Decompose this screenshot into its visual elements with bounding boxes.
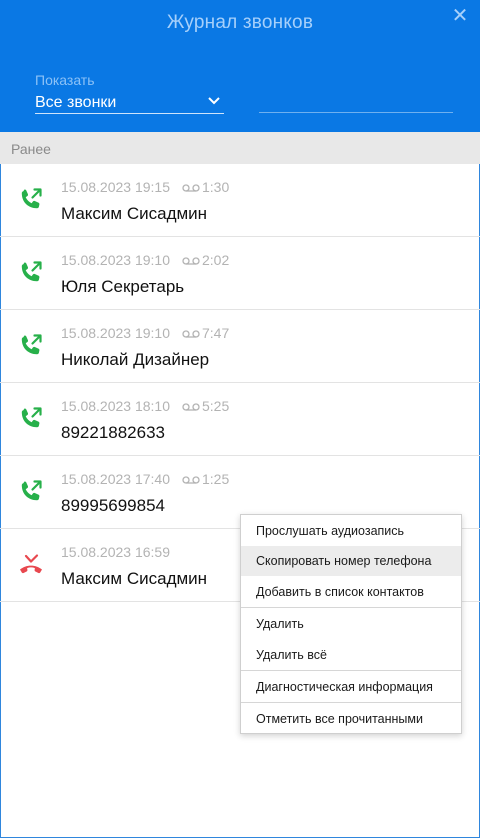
contact-name: Максим Сисадмин <box>61 569 208 588</box>
missed-call-icon <box>18 551 44 577</box>
duration: 5:25 <box>182 398 229 414</box>
voicemail-icon <box>182 184 200 192</box>
call-log-row[interactable]: 15.08.2023 19:15 1:30 Максим Сисадмин <box>0 164 480 237</box>
filter-value: Все звонки <box>35 94 117 111</box>
section-label: Ранее <box>11 141 51 157</box>
search-input[interactable] <box>259 112 453 113</box>
context-menu: Прослушать аудиозапись Скопировать номер… <box>240 514 462 734</box>
call-datetime: 15.08.2023 17:40 <box>61 471 170 487</box>
call-datetime: 15.08.2023 16:59 <box>61 544 170 560</box>
call-meta: 15.08.2023 19:10 2:02 <box>61 252 229 268</box>
contact-name: 89995699854 <box>61 496 166 515</box>
call-datetime: 15.08.2023 19:10 <box>61 252 170 268</box>
menu-item-play-recording[interactable]: Прослушать аудиозапись <box>241 516 461 546</box>
menu-separator <box>241 670 461 671</box>
menu-item-delete-all[interactable]: Удалить всё <box>241 640 461 670</box>
outgoing-call-icon <box>18 405 44 431</box>
duration: 1:30 <box>182 179 229 195</box>
outgoing-call-icon <box>18 332 44 358</box>
call-meta: 15.08.2023 17:40 1:25 <box>61 471 229 487</box>
menu-item-add-contact[interactable]: Добавить в список контактов <box>241 577 461 607</box>
filter-label: Показать <box>35 72 95 88</box>
chevron-down-icon <box>208 97 220 105</box>
voicemail-icon <box>182 330 200 338</box>
duration: 7:47 <box>182 325 229 341</box>
voicemail-icon <box>182 403 200 411</box>
call-datetime: 15.08.2023 19:15 <box>61 179 170 195</box>
call-datetime: 15.08.2023 18:10 <box>61 398 170 414</box>
outgoing-call-icon <box>18 478 44 504</box>
call-log-row[interactable]: 15.08.2023 19:10 7:47 Николай Дизайнер <box>0 310 480 383</box>
call-meta: 15.08.2023 18:10 5:25 <box>61 398 229 414</box>
contact-name: Юля Секретарь <box>61 277 185 296</box>
menu-item-diagnostics[interactable]: Диагностическая информация <box>241 672 461 702</box>
outgoing-call-icon <box>18 259 44 285</box>
voicemail-icon <box>182 476 200 484</box>
menu-item-mark-all-read[interactable]: Отметить все прочитанными <box>241 704 461 734</box>
call-meta: 15.08.2023 19:15 1:30 <box>61 179 229 195</box>
call-log-row[interactable]: 15.08.2023 18:10 5:25 89221882633 <box>0 383 480 456</box>
header: Журнал звонков ✕ Показать Все звонки <box>0 0 480 132</box>
contact-name: Николай Дизайнер <box>61 350 210 369</box>
menu-item-copy-number[interactable]: Скопировать номер телефона <box>241 546 461 576</box>
menu-item-delete[interactable]: Удалить <box>241 609 461 639</box>
window-title: Журнал звонков <box>166 12 314 33</box>
contact-name: Максим Сисадмин <box>61 204 208 223</box>
voicemail-icon <box>182 257 200 265</box>
call-meta: 15.08.2023 19:10 7:47 <box>61 325 229 341</box>
section-header: Ранее <box>0 132 480 164</box>
duration: 1:25 <box>182 471 229 487</box>
outgoing-call-icon <box>18 186 44 212</box>
menu-separator <box>241 607 461 608</box>
call-meta: 15.08.2023 16:59 <box>61 544 170 560</box>
call-log-row[interactable]: 15.08.2023 19:10 2:02 Юля Секретарь <box>0 237 480 310</box>
filter-dropdown[interactable]: Все звонки <box>35 92 224 114</box>
close-icon[interactable]: ✕ <box>450 6 470 26</box>
contact-name: 89221882633 <box>61 423 166 442</box>
call-datetime: 15.08.2023 19:10 <box>61 325 170 341</box>
duration: 2:02 <box>182 252 229 268</box>
menu-separator <box>241 702 461 703</box>
